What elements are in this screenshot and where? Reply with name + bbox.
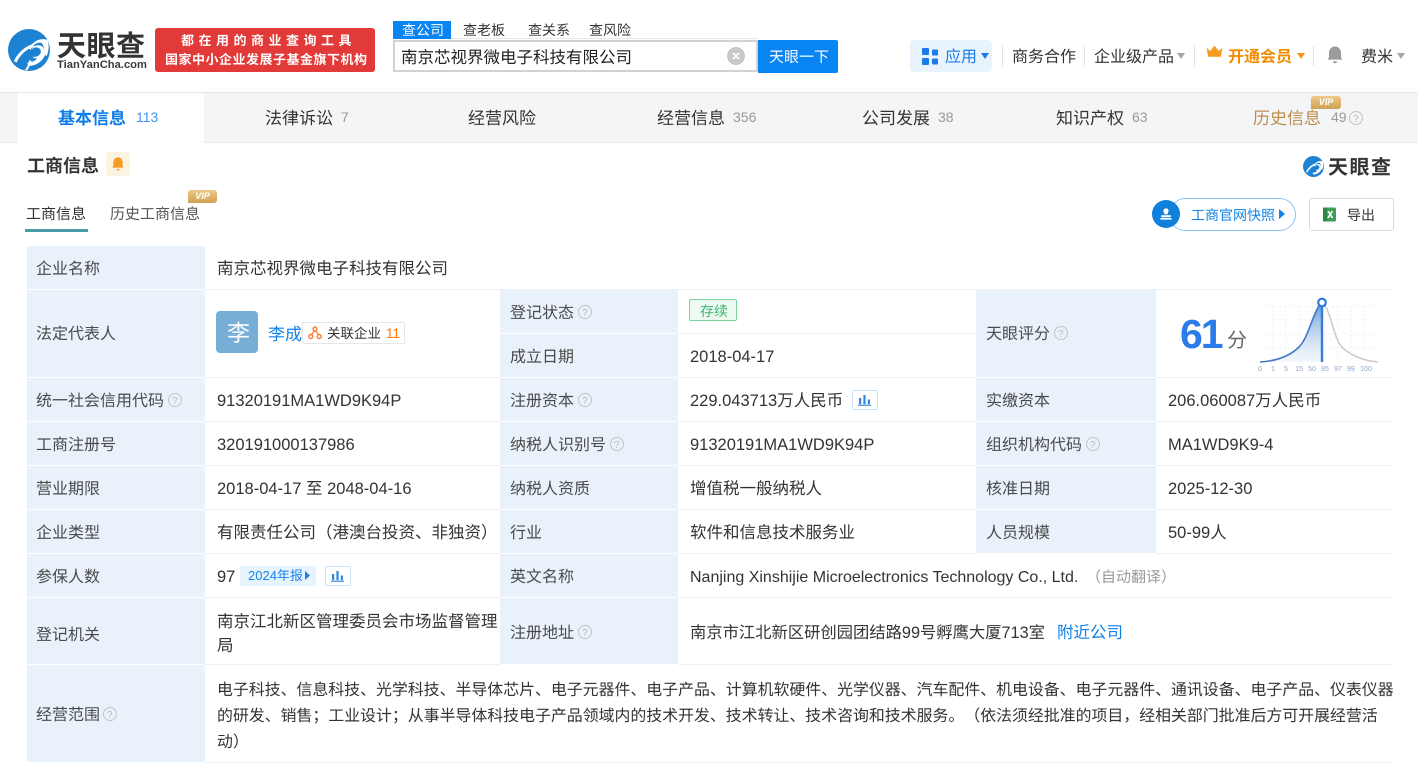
svg-text:15: 15: [1295, 366, 1303, 373]
svg-text:2018-04-17: 2018-04-17: [690, 348, 774, 366]
svg-text:?: ?: [1090, 440, 1096, 451]
svg-text:2024: 2024: [248, 568, 277, 583]
svg-text:2018-04-17: 2018-04-17: [217, 480, 301, 498]
svg-text:63: 63: [1132, 109, 1148, 125]
svg-text:?: ?: [1058, 329, 1064, 340]
svg-text:97: 97: [217, 568, 235, 586]
svg-text:50-99: 50-99: [1168, 524, 1210, 542]
svg-text:206.060087: 206.060087: [1168, 392, 1255, 410]
svg-text:?: ?: [1353, 114, 1359, 125]
svg-text:?: ?: [582, 396, 588, 407]
svg-text:91320191MA1WD9K94P: 91320191MA1WD9K94P: [690, 436, 874, 454]
svg-text:Nanjing Xinshijie Microelectro: Nanjing Xinshijie Microelectronics Techn…: [690, 569, 1078, 586]
svg-text:99: 99: [1347, 366, 1355, 373]
svg-text:713: 713: [1002, 624, 1029, 642]
svg-text:100: 100: [1360, 366, 1372, 373]
svg-text:38: 38: [938, 109, 954, 125]
svg-text:97: 97: [1334, 366, 1342, 373]
svg-text:1: 1: [1271, 366, 1275, 373]
svg-text:?: ?: [172, 396, 178, 407]
svg-text:7: 7: [341, 109, 349, 125]
svg-text:?: ?: [582, 308, 588, 319]
svg-text:85: 85: [1321, 366, 1329, 373]
svg-text:5: 5: [1284, 366, 1288, 373]
svg-text:?: ?: [614, 440, 620, 451]
svg-text:TianYanCha.com: TianYanCha.com: [57, 59, 147, 71]
svg-text:320191000137986: 320191000137986: [217, 436, 355, 454]
svg-text:99: 99: [902, 624, 920, 642]
svg-text:2048-04-16: 2048-04-16: [327, 480, 411, 498]
svg-text:49: 49: [1331, 109, 1347, 125]
svg-text:50: 50: [1308, 366, 1316, 373]
svg-text:0: 0: [1258, 366, 1262, 373]
svg-text:?: ?: [107, 710, 113, 721]
svg-text:?: ?: [582, 628, 588, 639]
svg-text:229.043713: 229.043713: [690, 392, 777, 410]
svg-text:356: 356: [733, 109, 757, 125]
svg-text:61: 61: [1180, 311, 1223, 357]
svg-text:2025-12-30: 2025-12-30: [1168, 480, 1252, 498]
svg-text:113: 113: [136, 109, 159, 125]
svg-text:11: 11: [386, 326, 400, 341]
svg-text:91320191MA1WD9K94P: 91320191MA1WD9K94P: [217, 392, 401, 410]
svg-text:MA1WD9K9-4: MA1WD9K9-4: [1168, 436, 1273, 454]
